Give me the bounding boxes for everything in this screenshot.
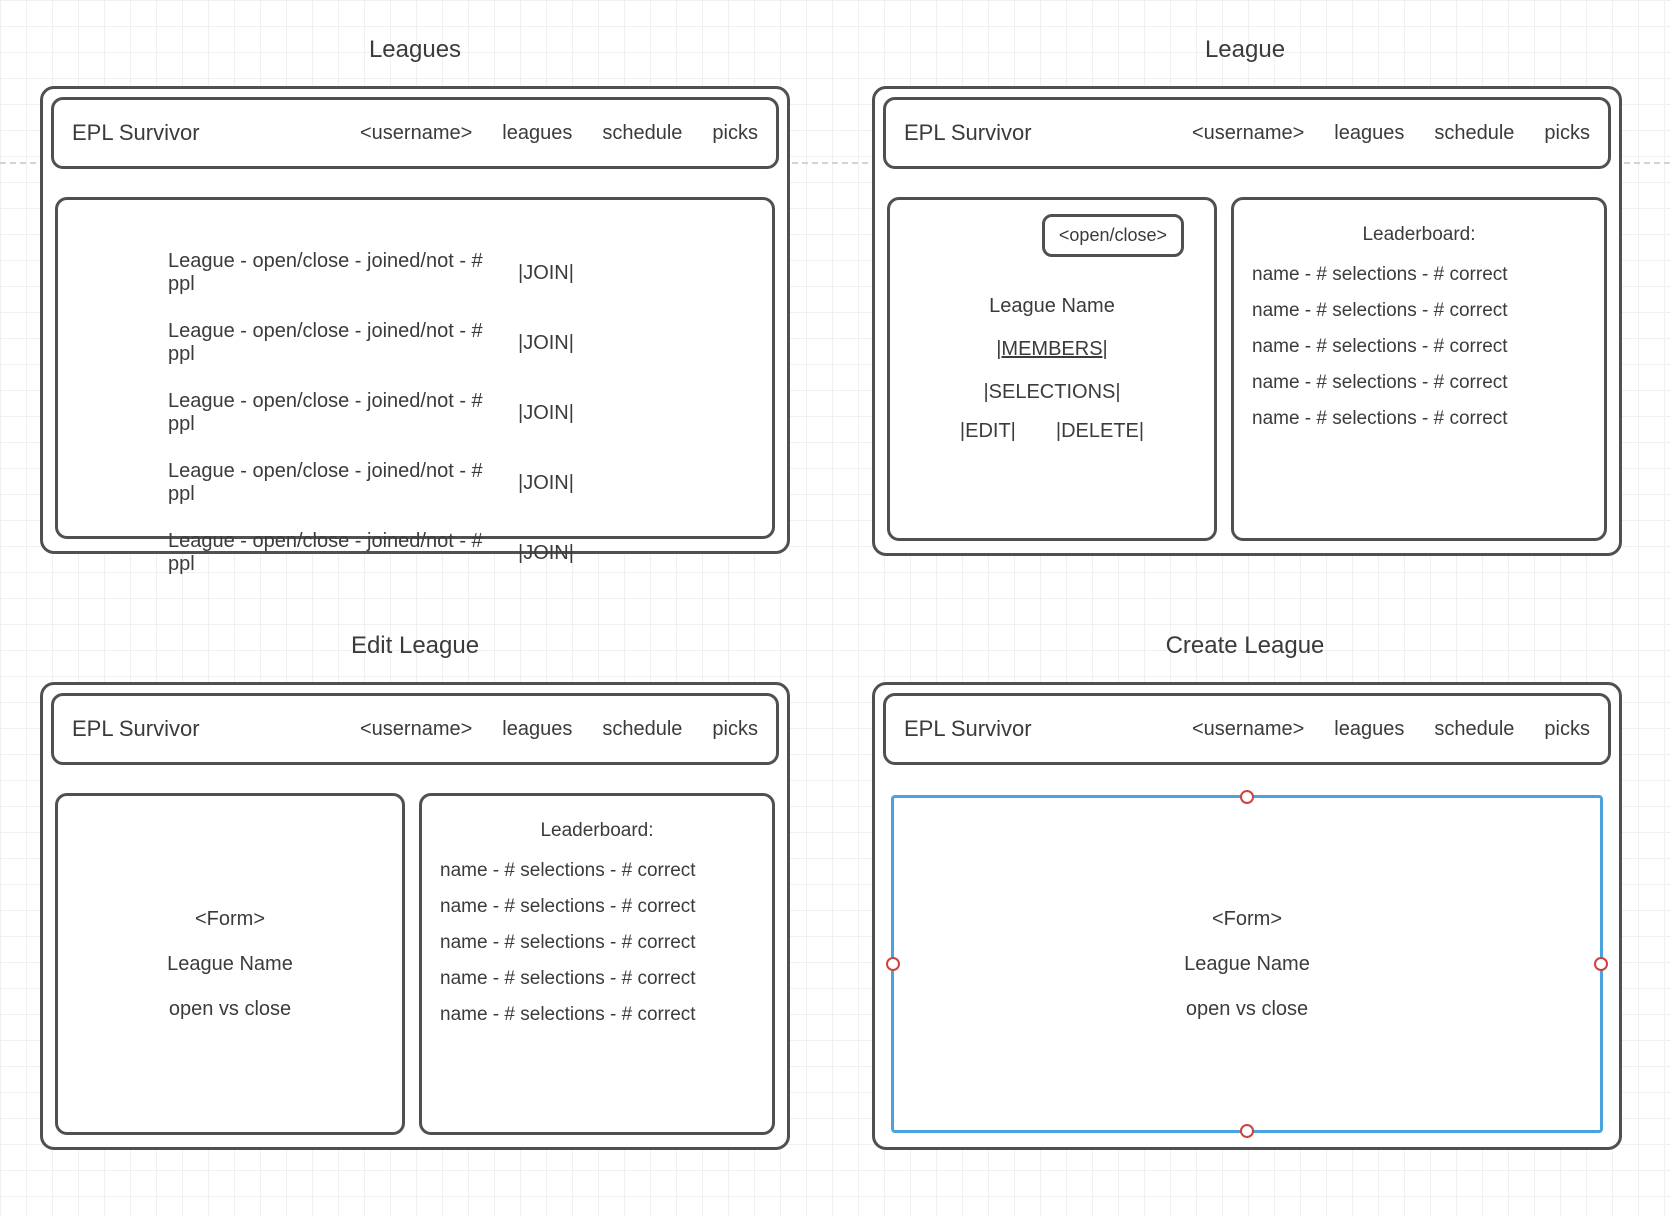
- brand-label: EPL Survivor: [904, 716, 1032, 742]
- frame-league: EPL Survivor <username> leagues schedule…: [872, 86, 1622, 556]
- panel-title-edit: Edit League: [351, 632, 479, 660]
- nav-picks[interactable]: picks: [1544, 122, 1590, 145]
- leaderboard-row: name - # selections - # correct: [440, 932, 754, 954]
- leaderboard-row: name - # selections - # correct: [440, 1004, 754, 1026]
- header-edit: EPL Survivor <username> leagues schedule…: [51, 693, 779, 765]
- header-create: EPL Survivor <username> leagues schedule…: [883, 693, 1611, 765]
- nav-leagues[interactable]: leagues: [1334, 718, 1404, 741]
- panel-title-league: League: [1205, 36, 1285, 64]
- edit-button[interactable]: |EDIT|: [960, 420, 1016, 443]
- leaderboard-row: name - # selections - # correct: [1252, 300, 1586, 322]
- header-league: EPL Survivor <username> leagues schedule…: [883, 97, 1611, 169]
- join-button[interactable]: |JOIN|: [518, 472, 574, 495]
- league-row-label: League - open/close - joined/not - # ppl: [168, 390, 498, 436]
- league-row: League - open/close - joined/not - # ppl…: [168, 250, 722, 296]
- form-heading: <Form>: [1212, 908, 1282, 931]
- leaderboard-row: name - # selections - # correct: [1252, 372, 1586, 394]
- nav-leagues[interactable]: leagues: [502, 718, 572, 741]
- leaderboard-title: Leaderboard:: [1252, 224, 1586, 246]
- leagues-list: League - open/close - joined/not - # ppl…: [58, 200, 772, 630]
- league-row: League - open/close - joined/not - # ppl…: [168, 530, 722, 576]
- nav-leagues[interactable]: leagues: [502, 122, 572, 145]
- league-row-label: League - open/close - joined/not - # ppl: [168, 250, 498, 296]
- nav-leagues[interactable]: leagues: [1334, 122, 1404, 145]
- leaderboard-row: name - # selections - # correct: [1252, 408, 1586, 430]
- leaderboard-row: name - # selections - # correct: [1252, 336, 1586, 358]
- selections-link[interactable]: |SELECTIONS|: [983, 381, 1120, 404]
- brand-label: EPL Survivor: [904, 120, 1032, 146]
- leaderboard-row: name - # selections - # correct: [1252, 264, 1586, 286]
- form-league-name[interactable]: League Name: [1184, 953, 1310, 976]
- nav-schedule[interactable]: schedule: [602, 122, 682, 145]
- delete-button[interactable]: |DELETE|: [1056, 420, 1144, 443]
- nav-username[interactable]: <username>: [1192, 718, 1304, 741]
- frame-leagues: EPL Survivor <username> leagues schedule…: [40, 86, 790, 554]
- join-button[interactable]: |JOIN|: [518, 542, 574, 565]
- panel-title-create: Create League: [1166, 632, 1325, 660]
- nav-picks[interactable]: picks: [712, 122, 758, 145]
- form-league-name[interactable]: League Name: [167, 953, 293, 976]
- league-detail-panel: <open/close> League Name |MEMBERS| |SELE…: [887, 197, 1217, 541]
- leaderboard-panel-edit: Leaderboard: name - # selections - # cor…: [419, 793, 775, 1135]
- members-link[interactable]: |MEMBERS|: [996, 338, 1108, 361]
- leagues-list-panel: League - open/close - joined/not - # ppl…: [55, 197, 775, 539]
- form-open-close[interactable]: open vs close: [1186, 998, 1308, 1021]
- league-row-label: League - open/close - joined/not - # ppl: [168, 460, 498, 506]
- leaderboard-row: name - # selections - # correct: [440, 968, 754, 990]
- brand-label: EPL Survivor: [72, 716, 200, 742]
- league-row: League - open/close - joined/not - # ppl…: [168, 390, 722, 436]
- join-button[interactable]: |JOIN|: [518, 332, 574, 355]
- leaderboard-row: name - # selections - # correct: [440, 860, 754, 882]
- form-open-close[interactable]: open vs close: [169, 998, 291, 1021]
- form-heading: <Form>: [195, 908, 265, 931]
- leaderboard-list: name - # selections - # correct name - # …: [440, 860, 754, 1026]
- frame-edit: EPL Survivor <username> leagues schedule…: [40, 682, 790, 1150]
- nav-username[interactable]: <username>: [1192, 122, 1304, 145]
- nav-schedule[interactable]: schedule: [602, 718, 682, 741]
- leaderboard-panel-league: Leaderboard: name - # selections - # cor…: [1231, 197, 1607, 541]
- join-button[interactable]: |JOIN|: [518, 262, 574, 285]
- header-leagues: EPL Survivor <username> leagues schedule…: [51, 97, 779, 169]
- nav-username[interactable]: <username>: [360, 718, 472, 741]
- frame-create: EPL Survivor <username> leagues schedule…: [872, 682, 1622, 1150]
- brand-label: EPL Survivor: [72, 120, 200, 146]
- leaderboard-row: name - # selections - # correct: [440, 896, 754, 918]
- league-row-label: League - open/close - joined/not - # ppl: [168, 320, 498, 366]
- resize-handle-top[interactable]: [1240, 790, 1254, 804]
- nav-schedule[interactable]: schedule: [1434, 122, 1514, 145]
- league-row: League - open/close - joined/not - # ppl…: [168, 320, 722, 366]
- leaderboard-title: Leaderboard:: [440, 820, 754, 842]
- join-button[interactable]: |JOIN|: [518, 402, 574, 425]
- canvas: Leagues EPL Survivor <username> leagues …: [0, 0, 1670, 1216]
- open-close-chip[interactable]: <open/close>: [1042, 214, 1184, 257]
- create-form-panel-selected[interactable]: <Form> League Name open vs close: [891, 795, 1603, 1133]
- league-name-label: League Name: [989, 295, 1115, 318]
- league-row: League - open/close - joined/not - # ppl…: [168, 460, 722, 506]
- resize-handle-left[interactable]: [886, 957, 900, 971]
- nav-schedule[interactable]: schedule: [1434, 718, 1514, 741]
- nav-username[interactable]: <username>: [360, 122, 472, 145]
- nav-picks[interactable]: picks: [1544, 718, 1590, 741]
- edit-form-panel: <Form> League Name open vs close: [55, 793, 405, 1135]
- resize-handle-right[interactable]: [1594, 957, 1608, 971]
- nav-picks[interactable]: picks: [712, 718, 758, 741]
- panel-title-leagues: Leagues: [369, 36, 461, 64]
- league-row-label: League - open/close - joined/not - # ppl: [168, 530, 498, 576]
- leaderboard-list: name - # selections - # correct name - # …: [1252, 264, 1586, 430]
- resize-handle-bottom[interactable]: [1240, 1124, 1254, 1138]
